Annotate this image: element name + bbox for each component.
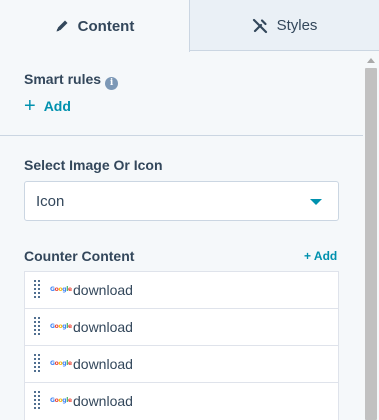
image-or-icon-label: Select Image Or Icon bbox=[24, 157, 163, 173]
smart-rules-label: Smart rules bbox=[24, 71, 102, 87]
list-item[interactable]: Google download bbox=[25, 272, 338, 309]
plus-icon: + bbox=[24, 95, 36, 117]
tab-content-label: Content bbox=[77, 17, 135, 35]
styles-icon bbox=[252, 18, 268, 34]
pencil-icon bbox=[55, 19, 69, 33]
drag-handle-icon[interactable] bbox=[34, 317, 40, 335]
scrollbar-thumb[interactable] bbox=[365, 68, 377, 420]
list-item[interactable]: Google download bbox=[25, 309, 338, 346]
scroll-up-arrow-icon[interactable] bbox=[367, 58, 375, 63]
counter-content-label: Counter Content bbox=[24, 248, 135, 264]
tab-bar: Content Styles bbox=[0, 0, 379, 52]
drag-handle-icon[interactable] bbox=[34, 280, 40, 298]
add-counter-item-button[interactable]: + Add bbox=[304, 249, 337, 263]
section-divider bbox=[0, 135, 363, 136]
add-smart-rule-label: Add bbox=[43, 98, 71, 114]
list-item-label: download bbox=[73, 356, 133, 372]
drag-handle-icon[interactable] bbox=[34, 354, 40, 372]
google-thumbnail-icon: Google bbox=[50, 323, 72, 330]
google-thumbnail-icon: Google bbox=[50, 397, 72, 404]
list-item-label: download bbox=[73, 319, 133, 335]
list-item[interactable]: Google download bbox=[25, 346, 338, 383]
tab-styles-label: Styles bbox=[276, 17, 318, 34]
list-item[interactable]: Google download bbox=[25, 383, 338, 420]
tab-content[interactable]: Content bbox=[0, 0, 190, 52]
add-smart-rule-button[interactable]: + Add bbox=[24, 95, 71, 117]
smart-rules-heading: Smart rules i bbox=[24, 71, 119, 90]
info-icon[interactable]: i bbox=[105, 77, 119, 90]
list-item-label: download bbox=[73, 393, 133, 409]
content-panel: Smart rules i + Add Select Image Or Icon … bbox=[0, 52, 363, 420]
select-value: Icon bbox=[36, 193, 65, 210]
counter-content-list: Google download Google download Google d… bbox=[24, 271, 339, 420]
google-thumbnail-icon: Google bbox=[50, 286, 72, 293]
tab-styles[interactable]: Styles bbox=[190, 0, 379, 51]
image-or-icon-select[interactable]: Icon bbox=[24, 181, 339, 221]
google-thumbnail-icon: Google bbox=[50, 360, 72, 367]
vertical-scrollbar[interactable] bbox=[363, 52, 379, 420]
list-item-label: download bbox=[73, 282, 133, 298]
drag-handle-icon[interactable] bbox=[34, 391, 40, 409]
caret-down-icon bbox=[310, 199, 322, 205]
